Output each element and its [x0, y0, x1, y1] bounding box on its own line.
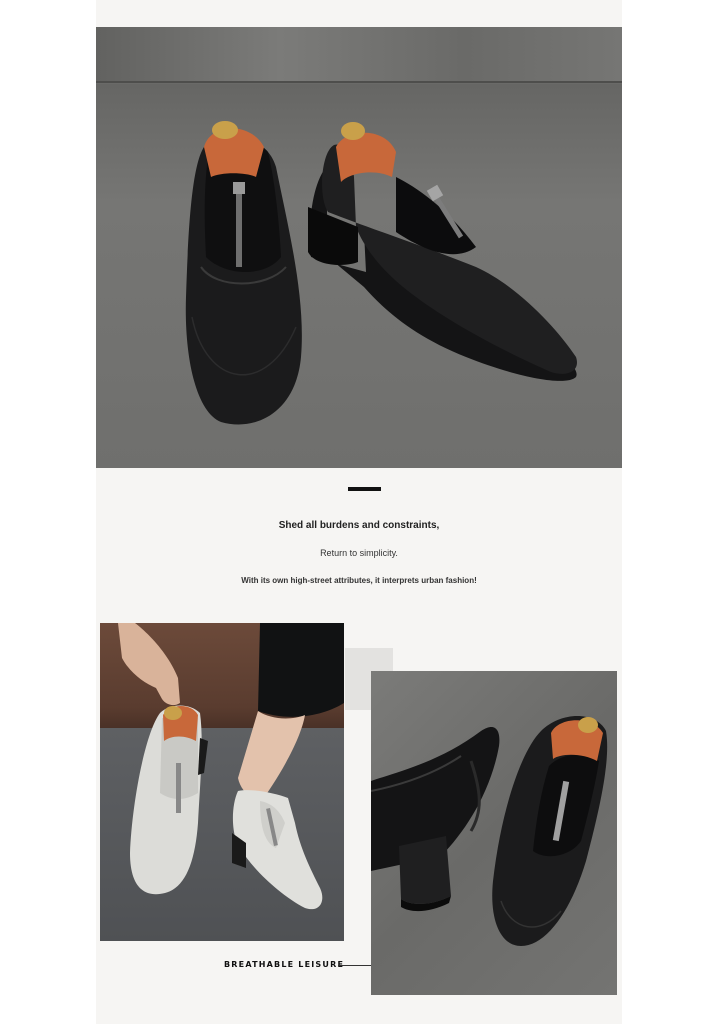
white-shoe-right: [232, 790, 323, 910]
tagline-rule: [338, 965, 371, 966]
closeup-shoe-left: [371, 726, 500, 912]
hand: [118, 623, 180, 706]
white-shoes-illustration: [118, 623, 344, 910]
closeup-shoes-illustration: [371, 716, 608, 946]
photo-white-shoes-worn: [100, 623, 344, 941]
leg: [238, 711, 305, 803]
hero-photo-black-shoes: [96, 27, 622, 468]
section-divider: [348, 487, 381, 491]
hero-shoe-right: [308, 122, 577, 381]
closeup-shoe-right: [492, 716, 608, 946]
white-shoe-left: [130, 705, 208, 895]
hero-shoes-illustration: [185, 121, 577, 425]
copy-line-3: With its own high-street attributes, it …: [241, 576, 477, 585]
copy-line-2: Return to simplicity.: [320, 548, 398, 558]
photo-black-shoes-closeup: [371, 671, 617, 995]
copy-line-1: Shed all burdens and constraints,: [278, 520, 440, 531]
tagline-breathable-leisure: BREATHABLE LEISURE: [224, 960, 345, 969]
trousers: [258, 623, 344, 717]
hero-shoe-left: [185, 121, 302, 425]
